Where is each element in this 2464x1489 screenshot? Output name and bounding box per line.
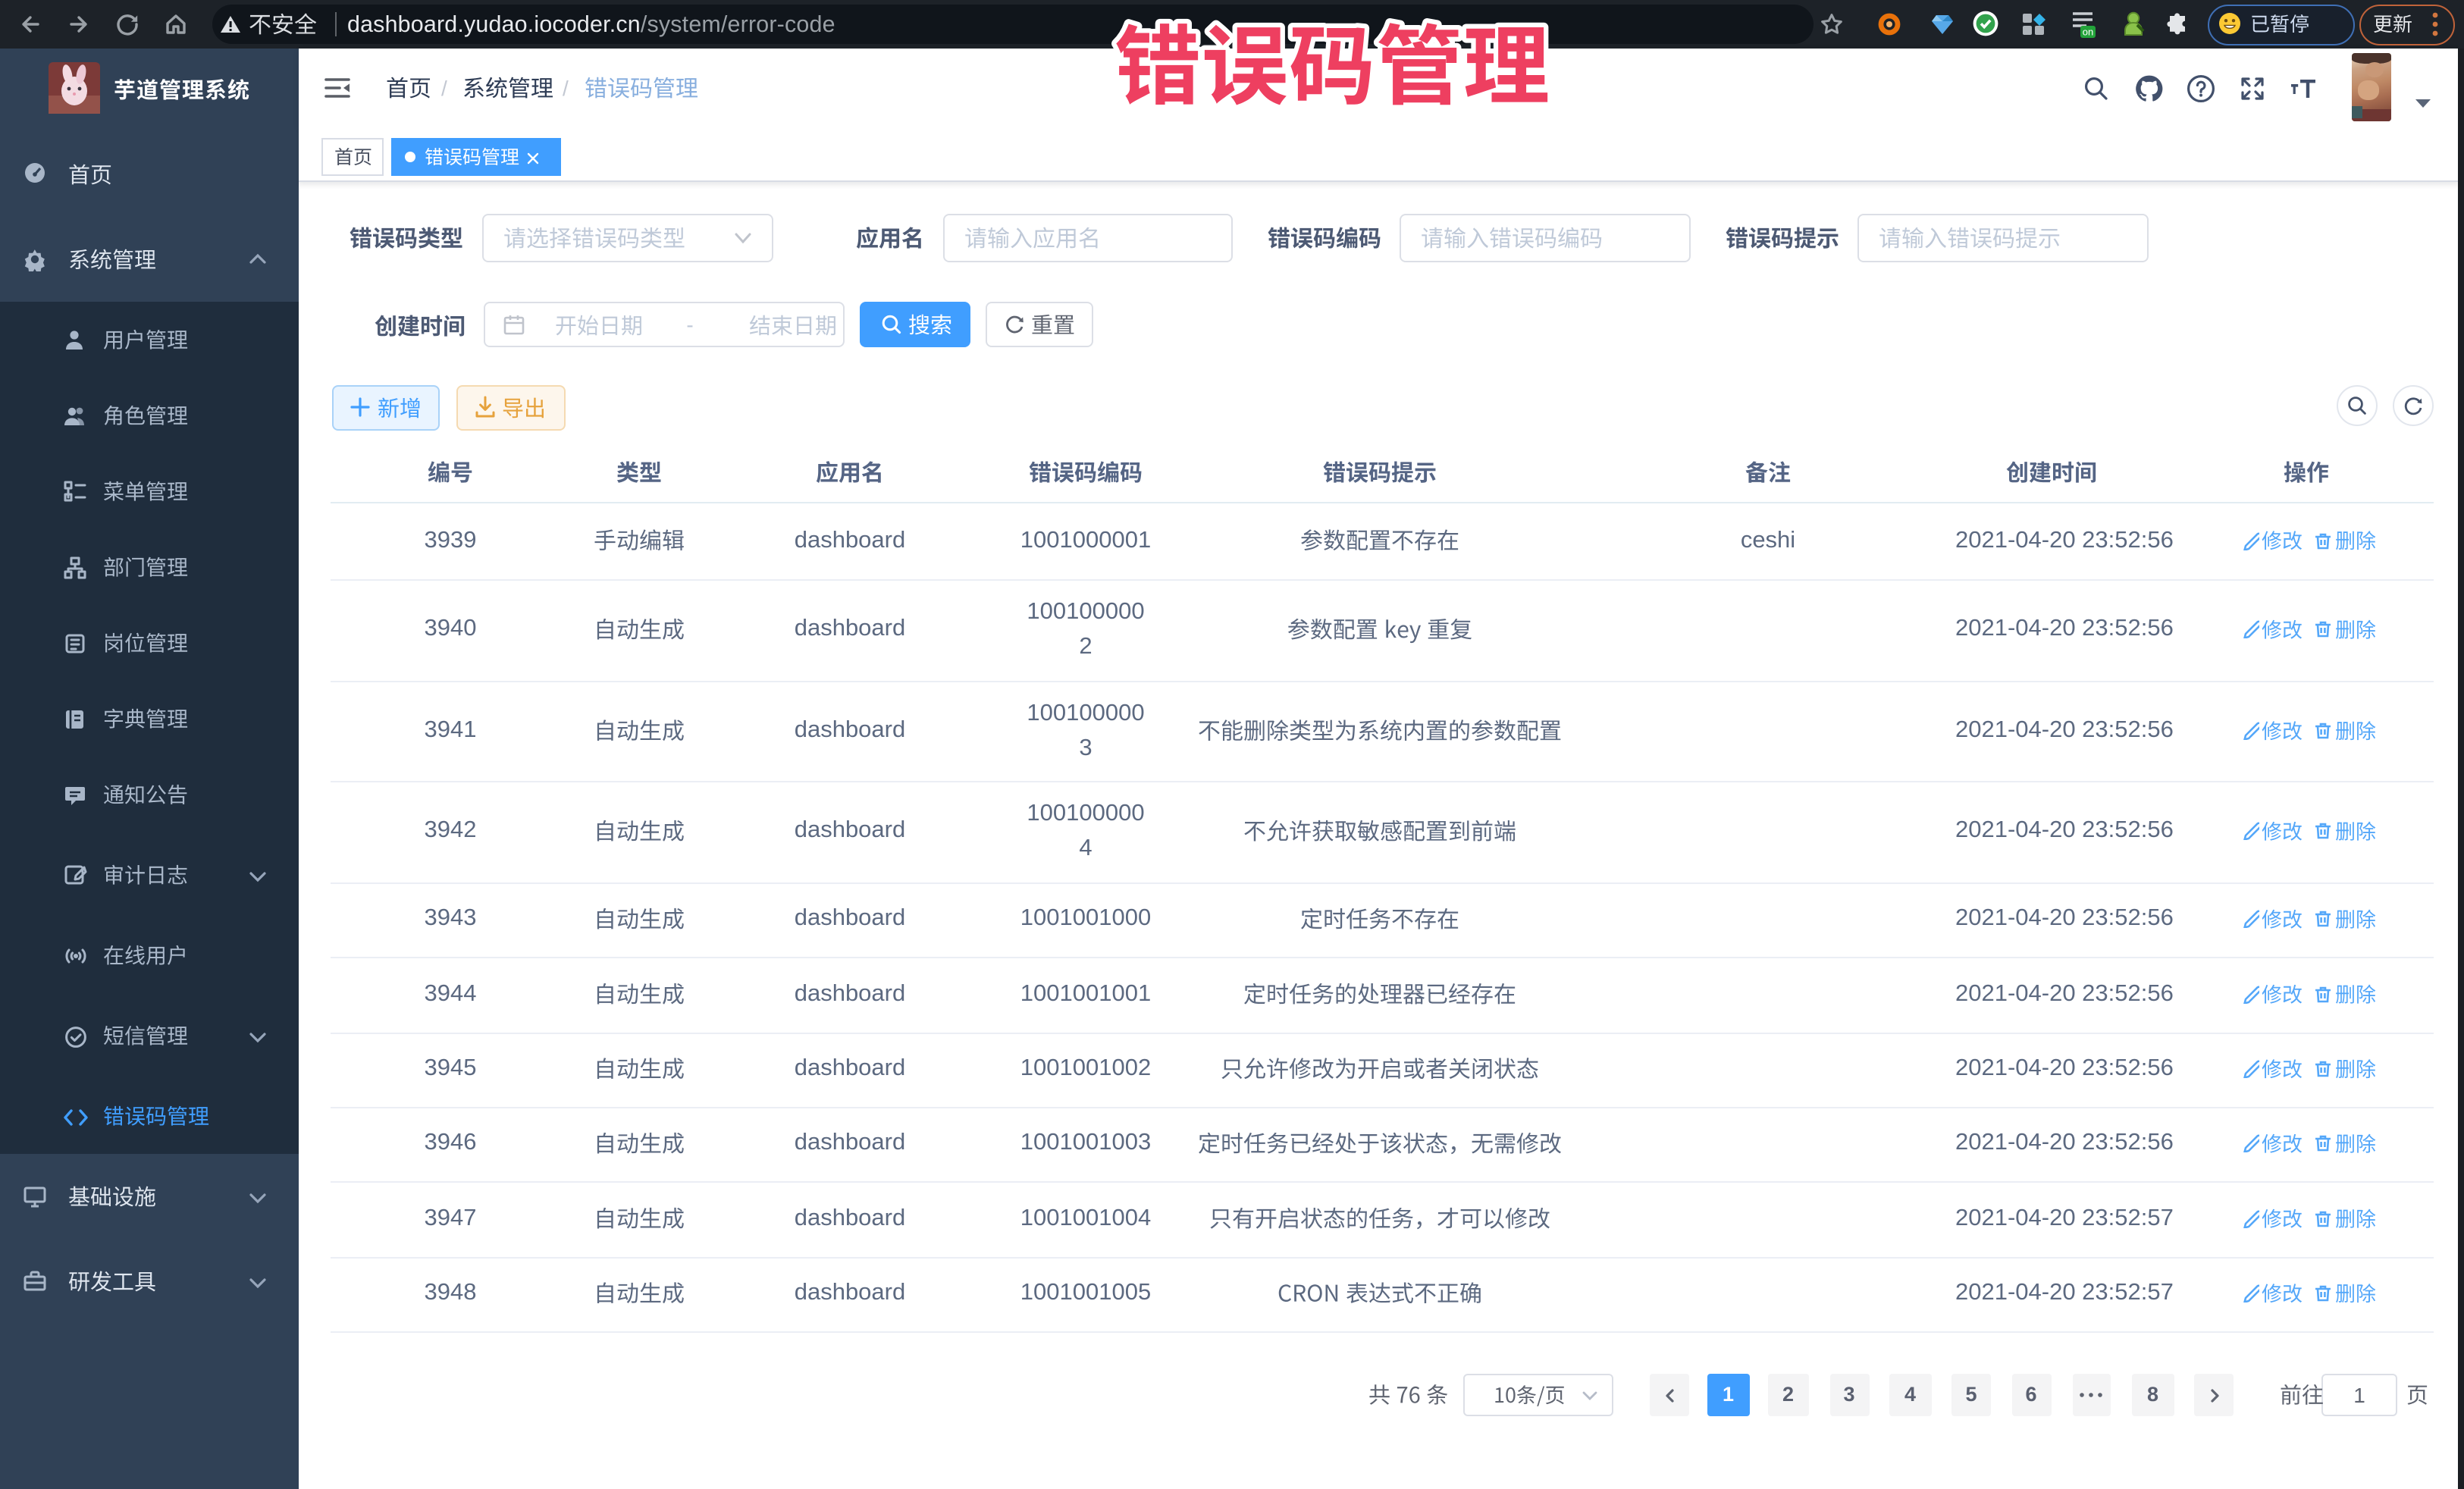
svg-text:on: on — [2083, 27, 2093, 38]
